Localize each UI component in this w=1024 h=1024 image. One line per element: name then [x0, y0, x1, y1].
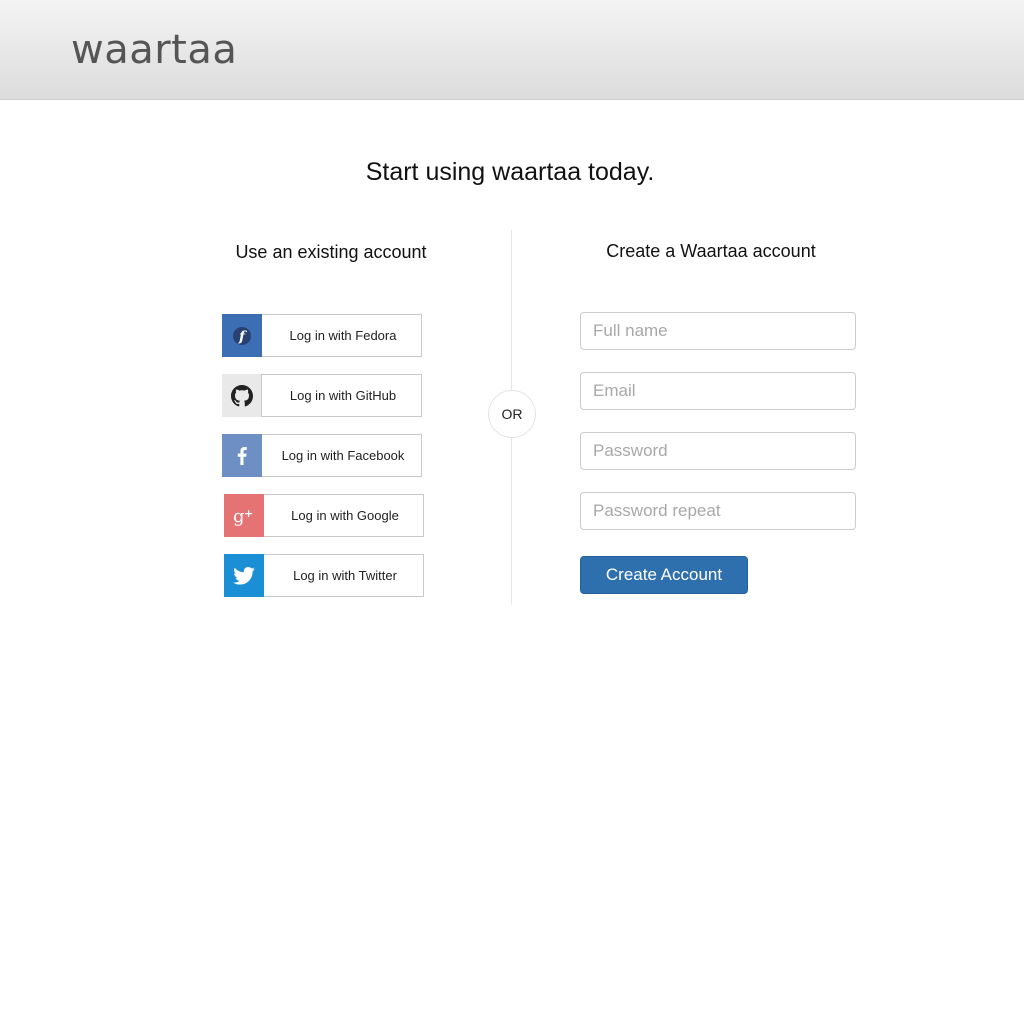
create-account-title: Create a Waartaa account — [606, 241, 816, 261]
github-icon — [222, 374, 262, 417]
google-plus-icon: g + — [224, 494, 264, 537]
facebook-icon — [222, 434, 262, 477]
github-login-label: Log in with GitHub — [289, 388, 397, 403]
fedora-icon: f — [222, 314, 262, 357]
twitter-icon — [224, 554, 264, 597]
fedora-login-button[interactable]: f Log in with Fedora — [222, 314, 422, 357]
top-header: waartaa — [0, 0, 1024, 100]
password-repeat-field[interactable] — [580, 492, 856, 530]
or-separator: OR — [488, 390, 536, 438]
password-field[interactable] — [580, 432, 856, 470]
create-account-button[interactable]: Create Account — [580, 556, 748, 594]
svg-text:+: + — [244, 507, 253, 520]
existing-account-title: Use an existing account — [235, 242, 427, 262]
google-login-label: Log in with Google — [291, 508, 399, 523]
page-headline: Start using waartaa today. — [365, 158, 655, 186]
facebook-login-label: Log in with Facebook — [281, 448, 405, 463]
site-logo[interactable]: waartaa — [71, 26, 237, 74]
svg-text:g: g — [233, 506, 245, 527]
twitter-login-label: Log in with Twitter — [293, 568, 397, 583]
email-field[interactable] — [580, 372, 856, 410]
google-login-button[interactable]: g + Log in with Google — [224, 494, 424, 537]
facebook-login-button[interactable]: Log in with Facebook — [222, 434, 422, 477]
twitter-login-button[interactable]: Log in with Twitter — [224, 554, 424, 597]
github-login-button[interactable]: Log in with GitHub — [222, 374, 422, 417]
full-name-field[interactable] — [580, 312, 856, 350]
fedora-login-label: Log in with Fedora — [289, 328, 397, 343]
